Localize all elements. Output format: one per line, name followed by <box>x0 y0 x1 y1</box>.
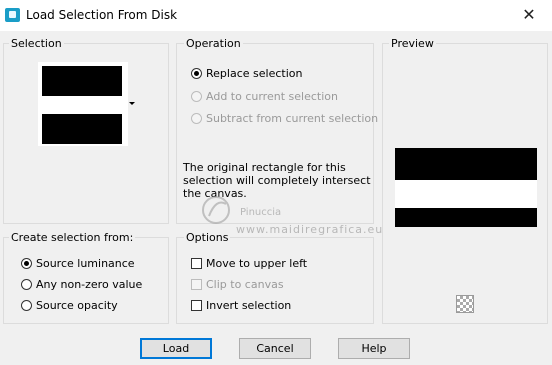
any-non-zero-radio[interactable] <box>21 279 32 290</box>
move-upper-left-label[interactable]: Move to upper left <box>206 257 307 270</box>
clip-to-canvas-checkbox[interactable] <box>191 279 202 290</box>
operation-info-text: The original rectangle for this selectio… <box>183 161 371 200</box>
chevron-down-icon[interactable] <box>129 102 135 105</box>
close-icon[interactable]: ✕ <box>514 2 544 28</box>
add-to-selection-radio[interactable] <box>191 91 202 102</box>
cancel-button[interactable]: Cancel <box>239 338 311 359</box>
thumbnail-top-bar <box>42 66 122 96</box>
selection-thumbnail-dropdown[interactable] <box>38 62 128 146</box>
preview-group-label: Preview <box>389 37 436 50</box>
move-upper-left-checkbox[interactable] <box>191 258 202 269</box>
any-non-zero-label[interactable]: Any non-zero value <box>36 278 142 291</box>
app-icon <box>5 8 20 22</box>
add-to-selection-label[interactable]: Add to current selection <box>206 90 338 103</box>
options-group-label: Options <box>184 231 231 244</box>
source-luminance-label[interactable]: Source luminance <box>36 257 135 270</box>
subtract-selection-label[interactable]: Subtract from current selection <box>206 112 378 125</box>
invert-selection-checkbox[interactable] <box>191 300 202 311</box>
create-from-group-label: Create selection from: <box>9 231 136 244</box>
source-opacity-radio[interactable] <box>21 300 32 311</box>
title-bar: Load Selection From Disk ✕ <box>0 0 552 31</box>
source-opacity-label[interactable]: Source opacity <box>36 299 118 312</box>
preview-image <box>395 148 537 227</box>
window-title: Load Selection From Disk <box>26 8 178 22</box>
replace-selection-radio[interactable] <box>191 68 202 79</box>
thumbnail-bottom-bar <box>42 114 122 144</box>
invert-selection-label[interactable]: Invert selection <box>206 299 291 312</box>
load-button[interactable]: Load <box>140 338 212 359</box>
subtract-selection-radio[interactable] <box>191 113 202 124</box>
replace-selection-label[interactable]: Replace selection <box>206 67 302 80</box>
transparency-checker-icon[interactable] <box>456 295 474 313</box>
preview-white-band <box>395 180 537 208</box>
clip-to-canvas-label[interactable]: Clip to canvas <box>206 278 284 291</box>
source-luminance-radio[interactable] <box>21 258 32 269</box>
help-button[interactable]: Help <box>338 338 410 359</box>
operation-group-label: Operation <box>184 37 243 50</box>
selection-group-label: Selection <box>9 37 64 50</box>
